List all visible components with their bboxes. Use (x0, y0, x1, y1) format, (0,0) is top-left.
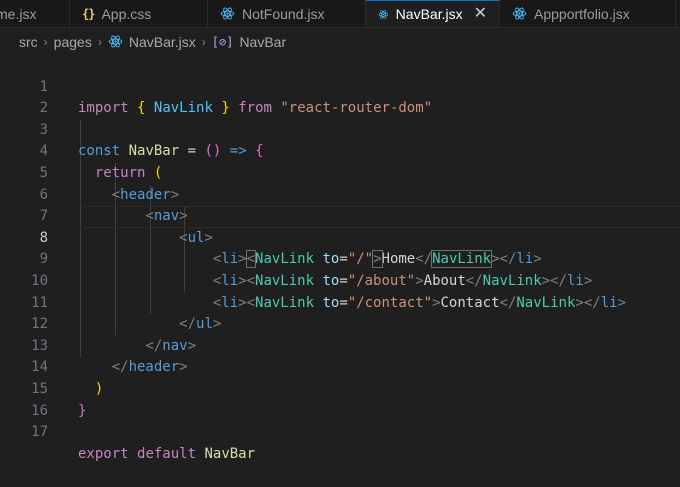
code-line: 9 <li><NavLink to="/about">About</NavLin… (0, 228, 680, 289)
code-line: 10 <li><NavLink to="/contact">Contact</N… (0, 249, 680, 311)
code-editor[interactable]: 1 import { NavLink } from "react-router-… (0, 55, 680, 462)
code-line: 3 const NavBar = () => { (0, 98, 680, 160)
react-icon (512, 7, 527, 20)
code-line: 17 export default NavBar (0, 401, 680, 462)
editor-tab-bar: me.jsx {} App.css NotFound.jsx NavBar.js… (0, 0, 680, 28)
react-icon (220, 7, 235, 20)
chevron-right-icon: › (43, 34, 48, 49)
line-number: 17 (31, 424, 48, 441)
tab-label: Appportfolio.jsx (534, 5, 630, 22)
tab-label: NotFound.jsx (242, 5, 325, 22)
code-line: 6 <nav> (0, 163, 680, 225)
breadcrumb-src[interactable]: src (19, 34, 38, 50)
react-icon (378, 9, 389, 19)
tab-navbar-jsx[interactable]: NavBar.jsx ✕ (366, 0, 500, 27)
code-line: 7 <ul> (0, 185, 680, 246)
tab-label: me.jsx (0, 5, 37, 22)
code-line: 14 ) (0, 336, 680, 397)
chevron-right-icon: › (97, 34, 102, 49)
code-line: 4 return ( (0, 120, 680, 181)
code-text: export default NavBar (78, 445, 256, 462)
chevron-right-icon: › (201, 34, 206, 49)
code-line: 11 </ul> (0, 271, 680, 333)
tab-home-jsx[interactable]: me.jsx (0, 0, 70, 27)
code-line-current: 8 <li><NavLink to="/">Home</NavLink></li… (0, 206, 680, 269)
code-line: 2 (0, 77, 680, 116)
code-line: 13 </header> (0, 314, 680, 376)
close-icon[interactable]: ✕ (474, 6, 487, 22)
tab-label: App.css (101, 5, 152, 22)
breadcrumb-file[interactable]: NavBar.jsx (129, 34, 196, 50)
code-line: 5 <header> (0, 141, 680, 203)
code-line: 1 import { NavLink } from "react-router-… (0, 55, 680, 117)
breadcrumb-symbol[interactable]: NavBar (239, 34, 286, 50)
tab-label: NavBar.jsx (395, 6, 463, 22)
symbol-variable-icon: [⊘] (211, 34, 234, 49)
tab-app-css[interactable]: {} App.css (70, 0, 208, 27)
breadcrumb: src › pages › NavBar.jsx › [⊘] NavBar (0, 28, 680, 55)
react-icon (108, 35, 123, 48)
tab-notfound-jsx[interactable]: NotFound.jsx (208, 0, 366, 27)
tab-appportfolio-jsx[interactable]: Appportfolio.jsx (500, 0, 676, 27)
code-line: 15 } (0, 357, 680, 419)
code-line: 12 </nav> (0, 293, 680, 354)
css-braces-icon: {} (82, 6, 95, 21)
breadcrumb-pages[interactable]: pages (54, 34, 92, 50)
code-line: 16 (0, 379, 680, 419)
